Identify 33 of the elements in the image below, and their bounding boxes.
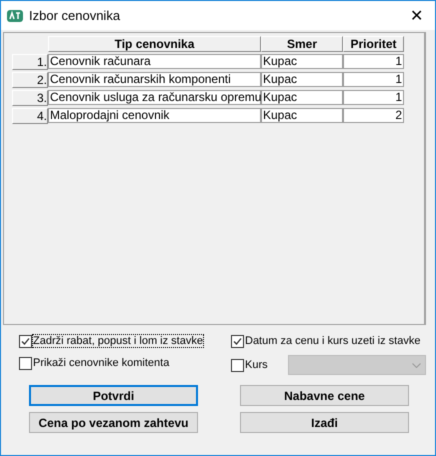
checkbox[interactable]: Prikaži cenovnike komitenta — [19, 355, 231, 371]
row-header[interactable]: 2. — [12, 72, 48, 88]
table-cell: 1 — [343, 72, 404, 87]
checkbox[interactable]: Datum za cenu i kurs uzeti iz stavke — [231, 333, 429, 349]
checkbox[interactable]: Kurs — [231, 357, 268, 373]
close-button[interactable]: ✕ — [404, 6, 429, 26]
table-cell: 1 — [343, 54, 404, 69]
table-cell: Kupac — [261, 90, 343, 105]
table-cell: Kupac — [261, 72, 343, 87]
window-title: Izbor cenovnika — [29, 8, 122, 23]
table-cell: Cenovnik računarskih komponenti — [48, 72, 261, 87]
checkbox[interactable]: Zadrži rabat, popust i lom iz stavke — [19, 333, 231, 349]
table-cell: Cenovnik računara — [48, 54, 261, 69]
action-button[interactable]: Potvrdi — [29, 385, 198, 406]
row-header[interactable]: 1. — [12, 54, 48, 70]
table-cell: Kupac — [261, 54, 343, 69]
action-button[interactable]: Izađi — [240, 412, 409, 433]
table-cell: Kupac — [261, 108, 343, 123]
row-header[interactable]: 4. — [12, 108, 48, 124]
chevron-down-icon — [412, 362, 421, 368]
table-cell: Cenovnik usluga za računarsku opremu — [48, 90, 261, 105]
table-cell: Maloprodajni cenovnik — [48, 108, 261, 123]
checkmark-icon — [233, 336, 242, 346]
app-logo-icon — [7, 8, 23, 22]
table-cell: 1 — [343, 90, 404, 105]
column-header[interactable]: Tip cenovnika — [48, 36, 261, 52]
column-header[interactable]: Prioritet — [343, 36, 404, 52]
table-cell: 2 — [343, 108, 404, 123]
action-button[interactable]: Cena po vezanom zahtevu — [29, 412, 198, 433]
action-button[interactable]: Nabavne cene — [240, 385, 409, 406]
checkmark-icon — [21, 336, 30, 346]
column-header[interactable]: Smer — [261, 36, 343, 52]
row-header[interactable]: 3. — [12, 90, 48, 106]
